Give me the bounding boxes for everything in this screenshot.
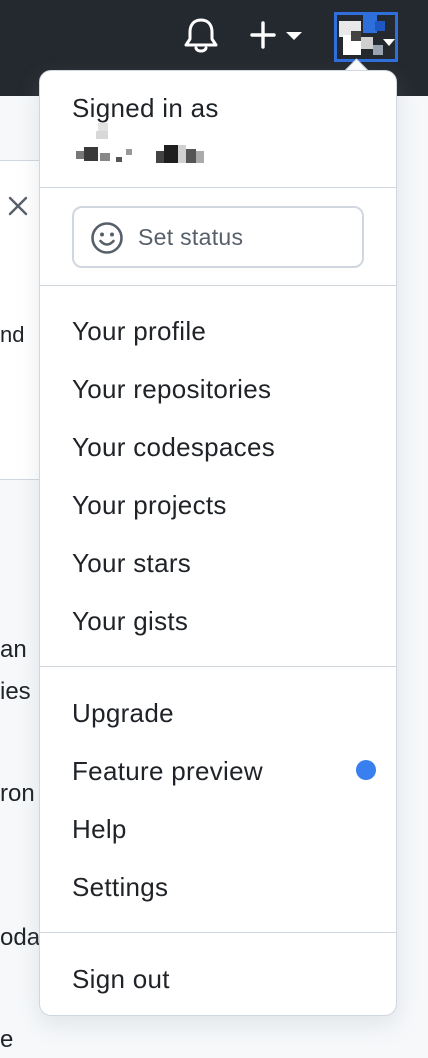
menu-item-your-codespaces[interactable]: Your codespaces [72,432,275,463]
menu-item-upgrade[interactable]: Upgrade [72,698,174,729]
menu-item-your-stars[interactable]: Your stars [72,548,191,579]
set-status-label: Set status [138,224,244,250]
triangle-down-icon [383,39,395,46]
divider [40,932,396,933]
create-new-button[interactable] [250,19,306,53]
smiley-icon [91,222,123,254]
background-text: oda [0,924,41,951]
background-text: e [0,1026,14,1053]
menu-item-your-gists[interactable]: Your gists [72,606,188,637]
menu-item-your-projects[interactable]: Your projects [72,490,227,521]
close-icon[interactable] [8,196,28,216]
username-redacted [72,123,232,167]
menu-item-sign-out[interactable]: Sign out [72,964,170,995]
menu-item-settings[interactable]: Settings [72,872,168,903]
signed-in-label: Signed in as [72,93,219,123]
menu-item-help[interactable]: Help [72,814,127,845]
feature-preview-indicator-dot [356,760,376,780]
background-text: ies [0,678,31,705]
menu-item-your-repositories[interactable]: Your repositories [72,374,271,405]
divider [40,187,396,188]
set-status-button[interactable]: Set status [72,206,364,268]
triangle-down-icon [286,32,302,40]
background-text: an [0,636,27,663]
background-text: nd [0,322,25,347]
divider [40,666,396,667]
plus-icon [250,21,302,49]
user-dropdown-menu: Signed in as Set status Your profile You… [39,70,397,1016]
divider [40,285,396,286]
menu-item-feature-preview[interactable]: Feature preview [72,756,263,787]
avatar[interactable] [334,12,398,62]
background-text: ron [0,780,35,807]
menu-item-your-profile[interactable]: Your profile [72,316,206,347]
bell-icon[interactable] [183,16,219,54]
